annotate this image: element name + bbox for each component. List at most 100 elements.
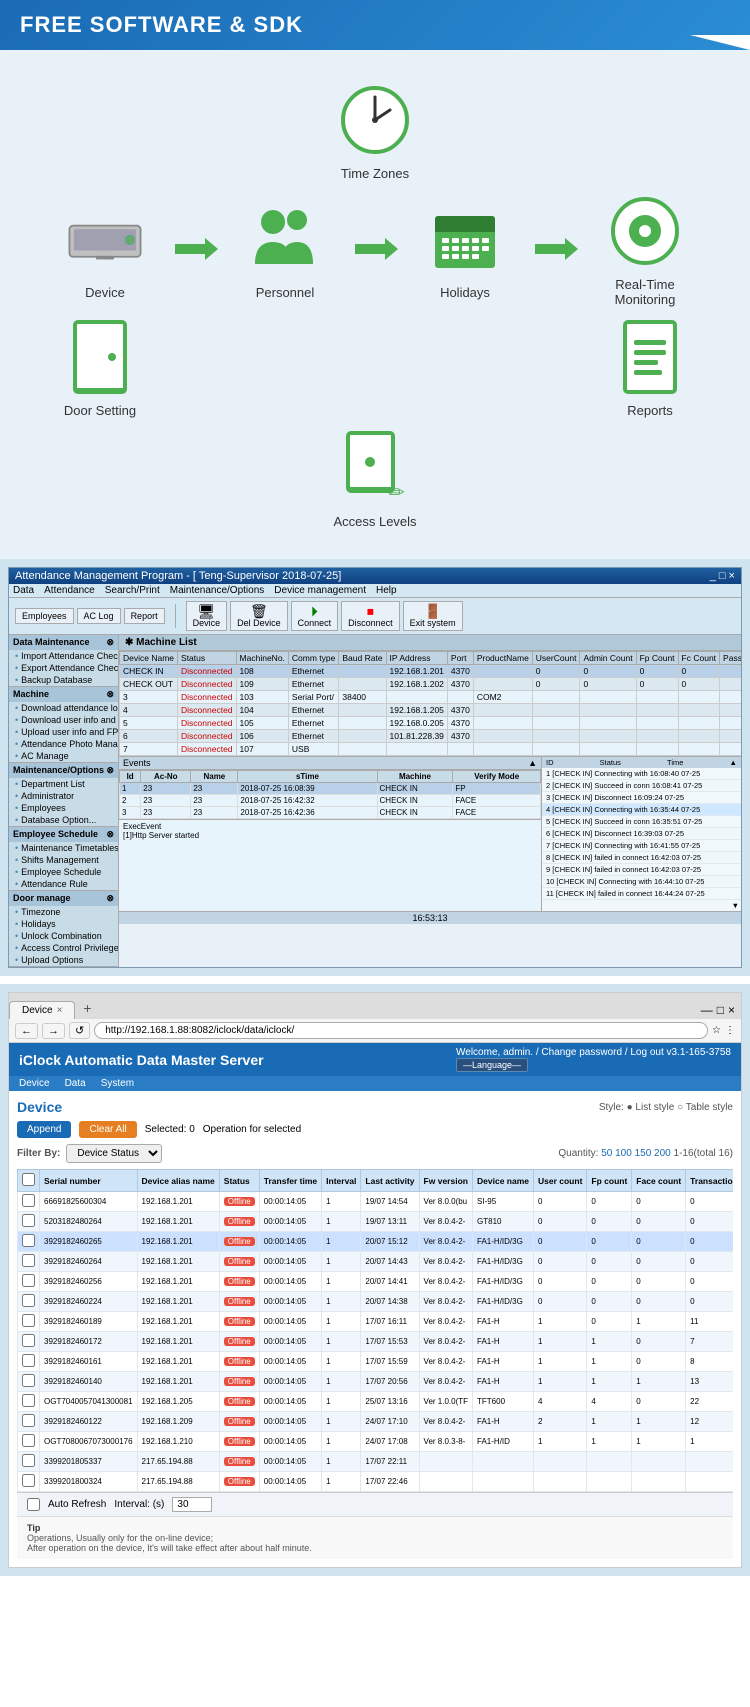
btn-exit[interactable]: 🚪 Exit system — [403, 601, 463, 631]
device-row[interactable]: OGT7080067073000176192.168.1.210 Offline… — [18, 1432, 734, 1452]
table-row[interactable]: 3 Disconnected 103 Serial Port/ 38400 CO… — [120, 691, 742, 704]
row-checkbox[interactable] — [22, 1474, 35, 1487]
clear-all-btn[interactable]: Clear All — [79, 1121, 136, 1138]
device-row[interactable]: 3929182460140192.168.1.201 Offline 00:00… — [18, 1372, 734, 1392]
address-bar[interactable] — [94, 1022, 708, 1039]
event-row[interactable]: 223232018-07-25 16:42:32CHECK INFACE — [120, 795, 541, 807]
browser-star[interactable]: ☆ — [712, 1025, 721, 1036]
sidebar-item-employees[interactable]: Employees — [9, 802, 118, 814]
subnav-system[interactable]: System — [101, 1078, 134, 1089]
btn-del-device[interactable]: 🗑 Del Device — [230, 601, 288, 631]
sidebar-item-download-user[interactable]: Download user info and Fp — [9, 714, 118, 726]
sidebar-item-upload-user[interactable]: Upload user info and FP — [9, 726, 118, 738]
device-row[interactable]: 66691825600304192.168.1.201 Offline 00:0… — [18, 1192, 734, 1212]
menu-search[interactable]: Search/Print — [105, 585, 160, 596]
btn-employees[interactable]: Employees — [15, 608, 74, 624]
table-row[interactable]: CHECK IN Disconnected 108 Ethernet 192.1… — [120, 665, 742, 678]
menu-maintenance[interactable]: Maintenance/Options — [170, 585, 265, 596]
append-btn[interactable]: Append — [17, 1121, 71, 1138]
row-checkbox[interactable] — [22, 1234, 35, 1247]
row-checkbox[interactable] — [22, 1414, 35, 1427]
log-scroll-up[interactable]: ▲ — [730, 758, 737, 767]
browser-menu-icon[interactable]: ⋮ — [725, 1025, 735, 1036]
device-row[interactable]: 3929182460189192.168.1.201 Offline 00:00… — [18, 1312, 734, 1332]
browser-maximize[interactable]: □ — [717, 1003, 724, 1017]
device-row[interactable]: 3929182460122192.168.1.209 Offline 00:00… — [18, 1412, 734, 1432]
sidebar-item-shifts[interactable]: Shifts Management — [9, 854, 118, 866]
subnav-data[interactable]: Data — [65, 1078, 86, 1089]
row-checkbox[interactable] — [22, 1354, 35, 1367]
sidebar-item-timezone[interactable]: Timezone — [9, 906, 118, 918]
sidebar-item-holidays-app[interactable]: Holidays — [9, 918, 118, 930]
menu-help[interactable]: Help — [376, 585, 397, 596]
device-row[interactable]: 3929182460264192.168.1.201 Offline 00:00… — [18, 1252, 734, 1272]
sidebar-item-import[interactable]: Import Attendance Checking Data — [9, 650, 118, 662]
sidebar-item-backup[interactable]: Backup Database — [9, 674, 118, 686]
menu-attendance[interactable]: Attendance — [44, 585, 95, 596]
row-checkbox[interactable] — [22, 1334, 35, 1347]
sidebar-item-unlock[interactable]: Unlock Combination — [9, 930, 118, 942]
btn-connect[interactable]: ⏵ Connect — [291, 601, 339, 631]
browser-tab-close[interactable]: × — [57, 1005, 63, 1016]
subnav-device[interactable]: Device — [19, 1078, 50, 1089]
row-checkbox[interactable] — [22, 1214, 35, 1227]
row-checkbox[interactable] — [22, 1394, 35, 1407]
auto-refresh-checkbox[interactable] — [27, 1498, 40, 1511]
sidebar-item-timetables[interactable]: Maintenance Timetables — [9, 842, 118, 854]
select-all-checkbox[interactable] — [22, 1173, 35, 1186]
row-checkbox[interactable] — [22, 1254, 35, 1267]
browser-minimize[interactable]: — — [701, 1003, 713, 1017]
row-checkbox[interactable] — [22, 1314, 35, 1327]
sidebar-item-ac-manage[interactable]: AC Manage — [9, 750, 118, 762]
event-row[interactable]: 123232018-07-25 16:08:39CHECK INFP — [120, 783, 541, 795]
device-row[interactable]: 3929182460265192.168.1.201 Offline 00:00… — [18, 1232, 734, 1252]
device-row[interactable]: 5203182480264192.168.1.201 Offline 00:00… — [18, 1212, 734, 1232]
row-checkbox[interactable] — [22, 1454, 35, 1467]
table-row[interactable]: CHECK OUT Disconnected 109 Ethernet 192.… — [120, 678, 742, 691]
browser-tab-device[interactable]: Device × — [9, 1001, 75, 1019]
device-row[interactable]: 3929182460224192.168.1.201 Offline 00:00… — [18, 1292, 734, 1312]
menu-device-mgmt[interactable]: Device management — [274, 585, 366, 596]
row-checkbox[interactable] — [22, 1374, 35, 1387]
sidebar-item-upload-options[interactable]: Upload Options — [9, 954, 118, 966]
log-scroll-down-btn[interactable]: ▼ — [542, 900, 741, 911]
event-row[interactable]: 323232018-07-25 16:42:36CHECK INFACE — [120, 807, 541, 819]
nav-forward[interactable]: → — [42, 1023, 65, 1039]
device-row[interactable]: 3929182460256192.168.1.201 Offline 00:00… — [18, 1272, 734, 1292]
sidebar-item-dept-list[interactable]: Department List — [9, 778, 118, 790]
sidebar-item-photo-mgmt[interactable]: Attendance Photo Management — [9, 738, 118, 750]
sidebar-item-download-logs[interactable]: Download attendance logs — [9, 702, 118, 714]
table-row[interactable]: 4 Disconnected 104 Ethernet 192.168.1.20… — [120, 704, 742, 717]
interval-input[interactable] — [172, 1497, 212, 1512]
device-row[interactable]: 3929182460161192.168.1.201 Offline 00:00… — [18, 1352, 734, 1372]
sidebar-item-export[interactable]: Export Attendance Checking Data — [9, 662, 118, 674]
device-row[interactable]: OGT7040057041300081192.168.1.205 Offline… — [18, 1392, 734, 1412]
btn-device[interactable]: 🖥 Device — [186, 601, 228, 631]
btn-report[interactable]: Report — [124, 608, 165, 624]
btn-disconnect[interactable]: ⏹ Disconnect — [341, 601, 400, 631]
menu-data[interactable]: Data — [13, 585, 34, 596]
nav-back[interactable]: ← — [15, 1023, 38, 1039]
sidebar-item-emp-schedule[interactable]: Employee Schedule — [9, 866, 118, 878]
browser-tab-new[interactable]: + — [75, 997, 99, 1019]
sidebar-item-access-priv[interactable]: Access Control Privilege — [9, 942, 118, 954]
browser-close[interactable]: × — [728, 1003, 735, 1017]
sidebar-item-db-option[interactable]: Database Option... — [9, 814, 118, 826]
row-checkbox[interactable] — [22, 1294, 35, 1307]
device-row[interactable]: 3399201805337217.65.194.88 Offline 00:00… — [18, 1452, 734, 1472]
table-row[interactable]: 7 Disconnected 107 USB 3204 — [120, 743, 742, 756]
sidebar-item-administrator[interactable]: Administrator — [9, 790, 118, 802]
table-row[interactable]: 5 Disconnected 105 Ethernet 192.168.0.20… — [120, 717, 742, 730]
device-row[interactable]: 3399201800324217.65.194.88 Offline 00:00… — [18, 1472, 734, 1492]
log-entry-5: 5 [CHECK IN] Succeed in conn 16:35:51 07… — [542, 816, 741, 828]
table-row[interactable]: 6 Disconnected 106 Ethernet 101.81.228.3… — [120, 730, 742, 743]
device-row[interactable]: 3929182460172192.168.1.201 Offline 00:00… — [18, 1332, 734, 1352]
sidebar-item-attendance-rule[interactable]: Attendance Rule — [9, 878, 118, 890]
filter-select[interactable]: Device Status — [66, 1144, 162, 1163]
language-btn[interactable]: —Language— — [456, 1058, 528, 1072]
nav-reload[interactable]: ↺ — [69, 1022, 90, 1039]
btn-ac-log[interactable]: AC Log — [77, 608, 121, 624]
row-checkbox[interactable] — [22, 1274, 35, 1287]
row-checkbox[interactable] — [22, 1434, 35, 1447]
row-checkbox[interactable] — [22, 1194, 35, 1207]
